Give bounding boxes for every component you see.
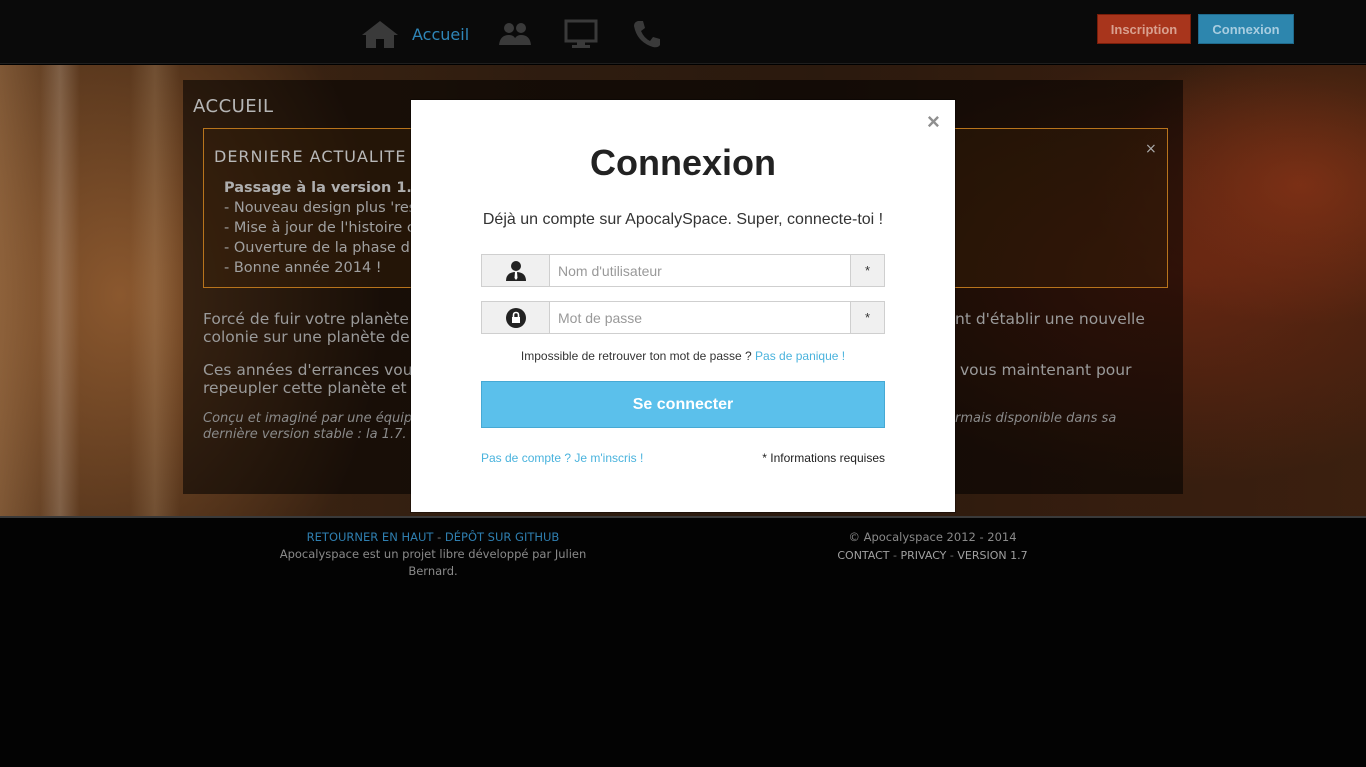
forgot-password-text: Impossible de retrouver ton mot de passe…	[520, 349, 752, 363]
modal-close-icon[interactable]: ×	[927, 110, 940, 134]
footer-separator: -	[949, 549, 954, 562]
top-navbar: Accueil Inscription Connexion	[0, 0, 1366, 64]
github-link[interactable]: DÉPÔT SUR GITHUB	[445, 530, 559, 544]
intro-line: Forcé de fuir votre planète n	[203, 310, 424, 328]
password-field: *	[481, 301, 885, 334]
monitor-icon	[561, 16, 601, 52]
footer-description: Apocalyspace est un projet libre dévelop…	[279, 547, 587, 578]
news-item: - Ouverture de la phase d'	[224, 240, 414, 256]
intro-paragraph-right: nt d'établir une nouvelle	[955, 310, 1145, 328]
intro-line: colonie sur une planète de c	[203, 328, 424, 346]
signup-button[interactable]: Inscription	[1097, 14, 1191, 44]
footer-separator: -	[437, 530, 442, 544]
username-field: *	[481, 254, 885, 287]
second-line: repeupler cette planète et fa	[203, 379, 427, 397]
second-paragraph-left: Ces années d'errances vous repeupler cet…	[203, 361, 426, 397]
forgot-password-link[interactable]: Pas de panique !	[755, 349, 845, 363]
lock-icon	[482, 302, 550, 333]
login-modal: × Connexion Déjà un compte sur ApocalySp…	[411, 100, 955, 512]
user-icon	[482, 255, 550, 286]
back-to-top-link[interactable]: RETOURNER EN HAUT	[307, 530, 434, 544]
modal-subtitle: Déjà un compte sur ApocalySpace. Super, …	[482, 211, 884, 228]
phone-icon	[627, 16, 667, 52]
intro-paragraph-left: Forcé de fuir votre planète n colonie su…	[203, 310, 424, 346]
news-item: - Bonne année 2014 !	[224, 260, 382, 276]
footer	[0, 516, 1366, 767]
auth-actions: Inscription Connexion	[1097, 14, 1294, 44]
credit-right: rmais disponible dans sa	[955, 411, 1117, 426]
nav-game-link[interactable]	[561, 16, 601, 52]
news-close-icon[interactable]: ×	[1145, 141, 1157, 157]
login-submit-button[interactable]: Se connecter	[481, 381, 885, 428]
version-link[interactable]: VERSION 1.7	[957, 549, 1027, 562]
footer-left: RETOURNER EN HAUT - DÉPÔT SUR GITHUB Apo…	[262, 529, 604, 580]
privacy-link[interactable]: PRIVACY	[901, 549, 947, 562]
credit-line: Conçu et imaginé par une équip	[203, 411, 413, 426]
news-content: Passage à la version 1.7.1 - Nouveau des…	[224, 178, 438, 278]
news-title: DERNIERE ACTUALITE	[214, 147, 407, 166]
home-icon	[360, 16, 400, 52]
required-note: * Informations requises	[762, 451, 885, 465]
credit-left: Conçu et imaginé par une équip dernière …	[203, 411, 418, 443]
password-input[interactable]	[550, 302, 850, 333]
forgot-password-line: Impossible de retrouver ton mot de passe…	[411, 349, 955, 363]
main-nav: Accueil	[360, 14, 693, 54]
second-paragraph-right: vous maintenant pour	[960, 361, 1132, 379]
nav-team-link[interactable]	[495, 16, 535, 52]
page-title: ACCUEIL	[193, 96, 274, 117]
nav-home-label: Accueil	[412, 24, 470, 44]
contact-link[interactable]: CONTACT	[837, 549, 889, 562]
credit-line: dernière version stable : la 1.7. F	[203, 427, 419, 442]
required-mark: *	[850, 255, 884, 286]
nav-home-link[interactable]: Accueil	[360, 16, 469, 52]
second-line: Ces années d'errances vous	[203, 361, 421, 379]
footer-right: © Apocalyspace 2012 - 2014 CONTACT - PRI…	[820, 529, 1045, 565]
news-item: - Nouveau design plus 'res	[224, 200, 417, 216]
footer-copyright: © Apocalyspace 2012 - 2014	[848, 530, 1017, 544]
modal-title: Connexion	[590, 142, 776, 183]
login-button[interactable]: Connexion	[1198, 14, 1294, 44]
required-mark: *	[850, 302, 884, 333]
footer-separator: -	[893, 549, 898, 562]
news-headline: Passage à la version 1.7.1	[224, 180, 438, 196]
nav-contact-link[interactable]	[627, 16, 667, 52]
news-item: - Mise à jour de l'histoire c	[224, 220, 415, 236]
users-icon	[495, 16, 535, 52]
username-input[interactable]	[550, 255, 850, 286]
signup-link[interactable]: Pas de compte ? Je m'inscris !	[481, 451, 643, 465]
